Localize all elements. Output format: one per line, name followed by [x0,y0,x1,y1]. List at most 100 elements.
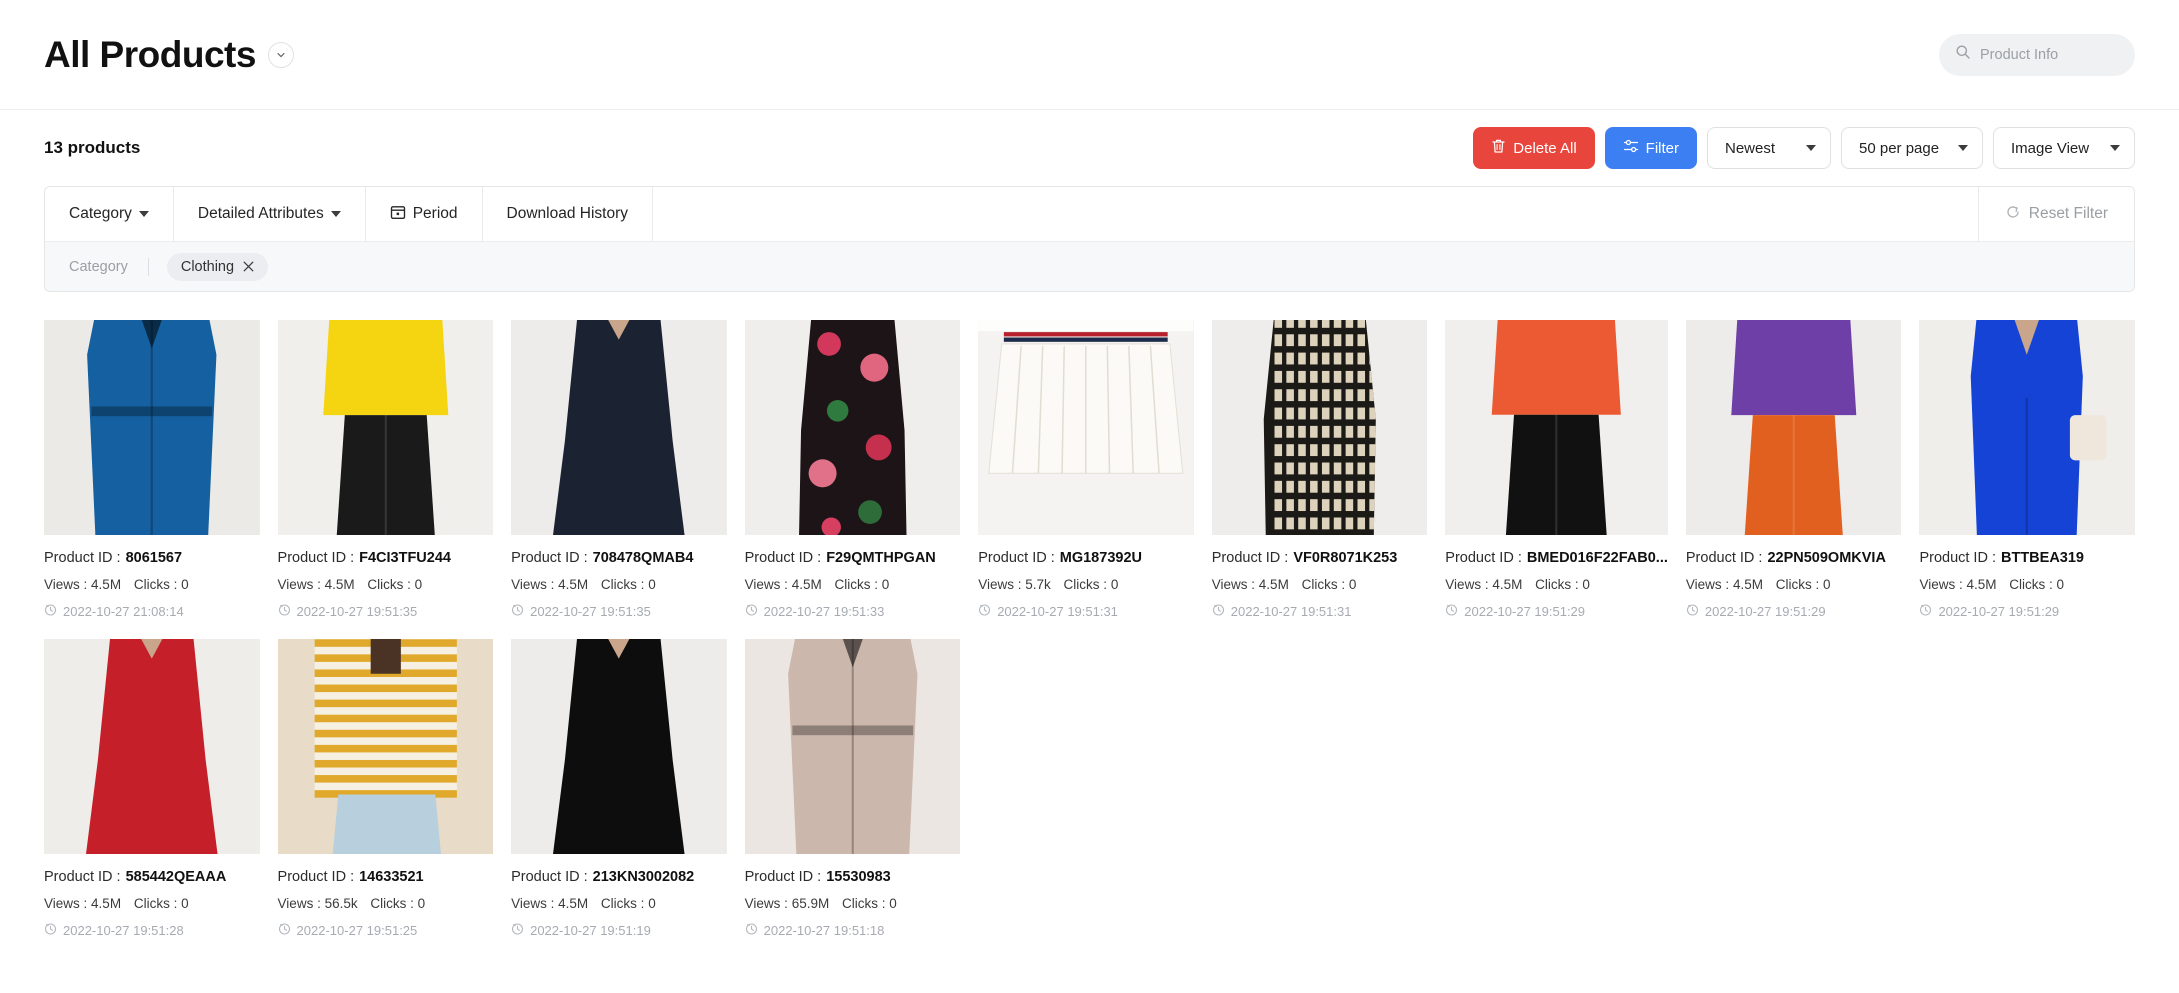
views-value: 4.5M [91,896,122,911]
product-timestamp-row: 2022-10-27 19:51:33 [745,603,961,619]
clock-icon [1686,603,1699,619]
product-card[interactable]: Product ID :708478QMAB4 Views : 4.5M Cli… [511,320,727,619]
product-id-label: Product ID : [744,869,822,885]
product-id-label: Product ID : [1919,550,1996,566]
product-card[interactable]: Product ID :585442QEAAA Views : 4.5M Cli… [44,639,260,938]
product-timestamp-row: 2022-10-27 19:51:29 [1445,603,1668,619]
product-card[interactable]: Product ID : BMED016F22FAB0... Views : 4.… [1445,320,1668,619]
clock-icon [511,922,524,938]
clicks-value: 0 [648,577,656,592]
search-input[interactable] [1980,46,2119,63]
filter-chips-row: Category Clothing [45,241,2134,291]
clicks-value: 0 [889,896,897,911]
sort-select[interactable]: Newest [1707,127,1831,169]
product-thumbnail-floral-print-outfit[interactable] [744,320,961,535]
product-timestamp-row: 2022-10-27 19:51:25 [278,922,494,938]
clock-icon [44,922,57,938]
filter-chip-clothing[interactable]: Clothing [166,252,269,281]
product-id-value: 708478QMAB4 [592,550,694,566]
product-thumbnail-blue-suit-with-bag[interactable] [1919,320,2135,535]
views-value: 4.5M [1492,577,1523,592]
delete-all-label: Delete All [1513,139,1577,157]
product-thumbnail-black-midi-dress[interactable] [511,639,727,854]
page-size-select[interactable]: 50 per page [1841,127,1983,169]
product-id-value: BMED016F22FAB0... [1526,550,1668,566]
clicks-label: Clicks : [600,577,645,592]
product-timestamp-value: 2022-10-27 21:08:14 [63,603,184,619]
title-dropdown-button[interactable] [267,41,294,68]
views-label: Views : [1919,577,1963,592]
product-timestamp-value: 2022-10-27 19:51:31 [1230,603,1352,619]
clicks-value: 0 [881,577,890,592]
product-id-label: Product ID : [744,550,822,566]
product-timestamp-row: 2022-10-27 19:51:29 [1919,603,2135,619]
product-id-row: Product ID : MG187392U [978,550,1194,566]
product-thumbnail-purple-orange-outfit[interactable] [1685,320,1902,535]
product-stats-row: Views : 4.5M Clicks : 0 [511,577,727,592]
product-card[interactable]: Product ID : MG187392U Views : 5.7k Click… [978,320,1194,619]
filter-tab-period[interactable]: Period [366,187,483,241]
views-value: 4.5M [1966,577,1997,592]
product-timestamp-value: 2022-10-27 19:51:35 [530,603,651,619]
product-stats-row: Views : 4.5M Clicks : 0 [1919,577,2135,592]
product-id-value: 14633521 [359,869,424,885]
product-id-label: Product ID : [511,550,588,566]
chevron-down-icon [138,211,149,217]
view-mode-select[interactable]: Image View [1993,127,2135,169]
views-value: 4.5M [324,577,355,592]
chevron-down-icon [1958,145,1968,151]
views-label: Views : [744,896,788,911]
product-timestamp-row: 2022-10-27 19:51:31 [978,603,1194,619]
product-card[interactable]: Product ID : BTTBEA319 Views : 4.5M Click… [1919,320,2135,619]
product-card[interactable]: Product ID :14633521 Views : 56.5k Click… [277,639,494,938]
view-mode-select-value: Image View [2011,139,2090,157]
product-id-label: Product ID : [44,869,121,885]
product-card[interactable]: Product ID :22PN509OMKVIA Views : 4.5M C… [1685,320,1902,619]
chip-group-label: Category [69,258,128,275]
product-id-row: Product ID : F4CI3TFU244 [278,550,494,566]
clicks-label: Clicks : [367,577,411,592]
filter-tab-detailed-attributes[interactable]: Detailed Attributes [174,187,366,241]
product-card[interactable]: Product ID :213KN3002082 Views : 4.5M Cl… [511,639,727,938]
product-card[interactable]: Product ID : F4CI3TFU244 Views : 4.5M Cli… [277,320,494,619]
toolbar-actions: Delete All Filter Newest 50 per page Ima… [1473,127,2135,169]
product-thumbnail-monogram-print-dress[interactable] [1211,320,1428,535]
toolbar: 13 products Delete All Filter Newest 50 … [0,110,2179,186]
product-timestamp-value: 2022-10-27 19:51:28 [63,922,184,938]
clicks-value: 0 [1110,577,1119,592]
views-value: 56.5k [324,896,358,911]
clicks-label: Clicks : [2009,577,2053,592]
product-thumbnail-blue-trench-coat[interactable] [44,320,260,535]
filter-button[interactable]: Filter [1604,127,1697,169]
product-id-row: Product ID :213KN3002082 [511,869,727,885]
product-id-row: Product ID : F29QMTHPGAN [745,550,961,566]
product-thumbnail-beige-coat-black-top[interactable] [744,639,961,854]
product-thumbnail-yellow-blazer-black-pants[interactable] [277,320,494,535]
product-thumbnail-white-pleated-skirt[interactable] [978,320,1194,535]
product-timestamp-row: 2022-10-27 19:51:35 [511,603,727,619]
close-icon[interactable] [243,260,254,274]
search-box[interactable] [1939,33,2135,76]
product-thumbnail-navy-studded-dress[interactable] [511,320,727,535]
views-value: 4.5M [791,577,822,592]
product-id-value: MG187392U [1059,550,1142,566]
product-count-label: 13 products [44,138,141,157]
product-card[interactable]: Product ID :8061567 Views : 4.5M Clicks … [44,320,260,619]
product-card[interactable]: Product ID : F29QMTHPGAN Views : 4.5M Cli… [744,320,961,619]
delete-all-button[interactable]: Delete All [1473,127,1595,169]
product-id-value: 22PN509OMKVIA [1767,550,1886,566]
product-thumbnail-orange-puffer-jacket[interactable] [1445,320,1668,535]
filter-tab-label: Period [412,205,458,222]
clock-icon [1212,603,1225,619]
views-label: Views : [1445,577,1489,592]
product-stats-row: Views : 65.9M Clicks : 0 [745,896,961,911]
product-card[interactable]: Product ID :15530983 Views : 65.9M Click… [744,639,961,938]
product-card[interactable]: Product ID : VF0R8071K253 Views : 4.5M Cl… [1211,320,1428,619]
product-timestamp-row: 2022-10-27 19:51:19 [511,922,727,938]
filter-tab-download-history[interactable]: Download History [483,187,653,241]
product-thumbnail-red-wrap-dress[interactable] [44,639,260,854]
product-thumbnail-yellow-striped-shirt-jeans[interactable] [277,639,494,854]
filter-tab-category[interactable]: Category [45,187,174,241]
chevron-down-icon [1806,145,1816,151]
reset-filter-button[interactable]: Reset Filter [1979,187,2134,241]
